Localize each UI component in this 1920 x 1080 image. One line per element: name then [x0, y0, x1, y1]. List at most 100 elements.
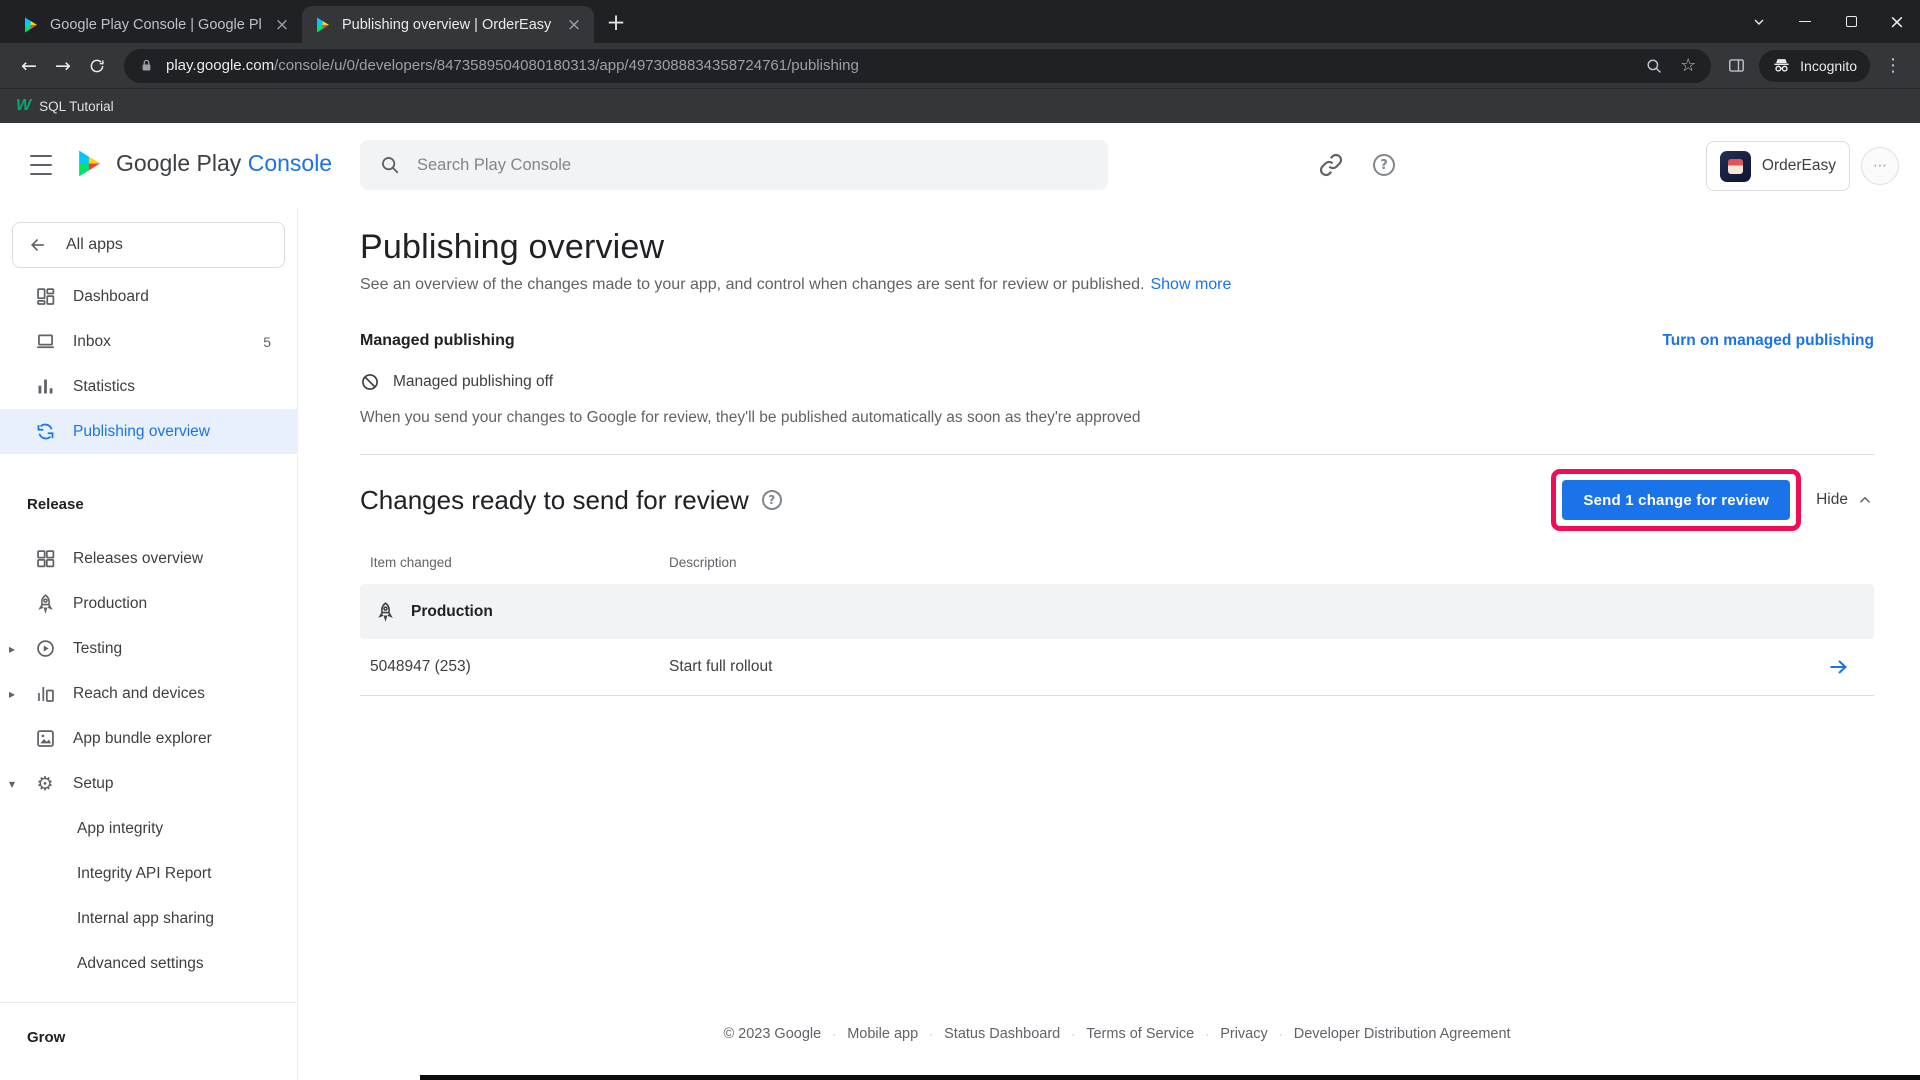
sidebar-item-production[interactable]: Production [0, 581, 297, 626]
table-group-row: Production [360, 584, 1874, 639]
help-icon[interactable]: ? [1373, 154, 1399, 180]
sidebar-item-integrity-api-report[interactable]: Integrity API Report [0, 851, 297, 896]
window-minimize-button[interactable] [1782, 0, 1828, 43]
play-console-app: Google Play Console ? OrderEasy ⋯ All ap… [0, 123, 1920, 1080]
footer-copyright: © 2023 Google [723, 1026, 821, 1042]
logo-wordmark: Google Play Console [116, 150, 332, 177]
account-avatar[interactable]: ⋯ [1861, 147, 1899, 185]
back-arrow-icon [28, 235, 48, 255]
browser-menu-icon[interactable]: ⋮ [1878, 51, 1908, 81]
sidebar-item-app-integrity[interactable]: App integrity [0, 806, 297, 851]
send-for-review-button[interactable]: Send 1 change for review [1562, 480, 1790, 520]
footer-separator: · [1205, 1027, 1209, 1041]
changes-heading: Changes ready to send for review ? [360, 485, 782, 516]
footer-link-distribution-agreement[interactable]: Developer Distribution Agreement [1294, 1026, 1511, 1042]
footer-link-privacy[interactable]: Privacy [1220, 1026, 1268, 1042]
sidebar-item-publishing-overview[interactable]: Publishing overview [0, 409, 297, 454]
sidebar-item-label: Statistics [73, 378, 135, 396]
url-text: play.google.com/console/u/0/developers/8… [166, 57, 1639, 74]
expand-down-icon[interactable]: ▾ [9, 777, 15, 791]
sidebar-item-label: Production [73, 595, 147, 613]
hide-toggle[interactable]: Hide [1816, 491, 1874, 509]
omnibox-actions: ☆ [1639, 51, 1703, 81]
incognito-badge: Incognito [1759, 50, 1870, 82]
incognito-icon [1772, 56, 1791, 75]
tab-play-console-home[interactable]: Google Play Console | Google Pla × [10, 6, 302, 43]
link-icon[interactable] [1318, 152, 1344, 178]
sidebar-item-advanced-settings[interactable]: Advanced settings [0, 941, 297, 986]
play-logo-icon [314, 16, 332, 34]
sidebar-item-label: Dashboard [73, 288, 149, 306]
forward-button[interactable]: → [46, 49, 80, 83]
window-controls: × [1736, 0, 1920, 43]
footer-link-mobile-app[interactable]: Mobile app [847, 1026, 918, 1042]
console-search-bar[interactable] [360, 140, 1108, 190]
sidebar-item-app-bundle-explorer[interactable]: App bundle explorer [0, 716, 297, 761]
bookmark-sql-tutorial[interactable]: W SQL Tutorial [16, 97, 114, 115]
tab-close-icon[interactable]: × [564, 15, 584, 35]
bookmark-favicon: W [16, 97, 31, 115]
sidebar-item-label: Inbox [73, 333, 111, 351]
menu-hamburger-icon[interactable] [30, 155, 52, 175]
statistics-icon [34, 376, 56, 398]
incognito-label: Incognito [1800, 58, 1857, 74]
rocket-icon [375, 601, 396, 622]
url-path: /console/u/0/developers/8473589504080180… [274, 57, 859, 74]
all-apps-button[interactable]: All apps [12, 222, 285, 268]
column-description: Description [669, 555, 1804, 570]
play-console-logo[interactable]: Google Play Console [74, 148, 332, 179]
reload-button[interactable] [80, 49, 114, 83]
rocket-icon [34, 593, 56, 615]
footer-link-status-dashboard[interactable]: Status Dashboard [944, 1026, 1060, 1042]
inbox-icon [34, 331, 56, 353]
window-maximize-button[interactable] [1828, 0, 1874, 43]
bookmark-star-icon[interactable]: ☆ [1673, 51, 1703, 81]
all-apps-label: All apps [66, 236, 123, 254]
sidebar-item-setup[interactable]: ▾ ⚙ Setup [0, 761, 297, 806]
turn-on-managed-publishing-link[interactable]: Turn on managed publishing [1662, 332, 1874, 350]
row-arrow-icon[interactable] [1826, 655, 1850, 679]
bottom-strip [420, 1075, 1920, 1080]
side-panel-icon[interactable] [1721, 51, 1751, 81]
sidebar-item-testing[interactable]: ▸ Testing [0, 626, 297, 671]
show-more-link[interactable]: Show more [1150, 276, 1231, 293]
app-chip-label: OrderEasy [1762, 157, 1836, 175]
footer-link-terms[interactable]: Terms of Service [1086, 1026, 1194, 1042]
sidebar-item-label: Releases overview [73, 550, 203, 568]
footer-separator: · [1279, 1027, 1283, 1041]
app-switcher-chip[interactable]: OrderEasy [1706, 141, 1850, 191]
dashboard-icon [34, 286, 56, 308]
search-icon[interactable] [1639, 51, 1669, 81]
releases-overview-icon [34, 548, 56, 570]
tab-search-chevron-icon[interactable] [1736, 0, 1782, 43]
address-bar[interactable]: play.google.com/console/u/0/developers/8… [124, 49, 1711, 83]
sidebar-item-label: Setup [73, 775, 114, 793]
expand-right-icon[interactable]: ▸ [9, 687, 15, 701]
changes-help-icon[interactable]: ? [762, 490, 782, 510]
table-row[interactable]: 5048947 (253) Start full rollout [360, 639, 1874, 696]
table-header: Item changed Description [360, 555, 1874, 584]
new-tab-button[interactable]: + [600, 7, 632, 39]
play-logo-icon [22, 16, 40, 34]
window-close-button[interactable]: × [1874, 0, 1920, 43]
sidebar-item-inbox[interactable]: Inbox 5 [0, 319, 297, 364]
cell-description: Start full rollout [669, 658, 1804, 676]
tab-title: Publishing overview | OrderEasy [342, 17, 554, 33]
sidebar-item-releases-overview[interactable]: Releases overview [0, 536, 297, 581]
tab-title: Google Play Console | Google Pla [50, 17, 262, 33]
back-button[interactable]: ← [12, 49, 46, 83]
section-divider [360, 454, 1874, 455]
browser-chrome: Google Play Console | Google Pla × Publi… [0, 0, 1920, 123]
tab-publishing-overview[interactable]: Publishing overview | OrderEasy × [302, 6, 594, 43]
column-item-changed: Item changed [370, 555, 669, 570]
sidebar-item-reach-and-devices[interactable]: ▸ Reach and devices [0, 671, 297, 716]
expand-right-icon[interactable]: ▸ [9, 642, 15, 656]
sidebar-item-statistics[interactable]: Statistics [0, 364, 297, 409]
console-search-input[interactable] [417, 156, 1089, 175]
sidebar-item-dashboard[interactable]: Dashboard [0, 274, 297, 319]
sidebar-item-internal-app-sharing[interactable]: Internal app sharing [0, 896, 297, 941]
url-domain: play.google.com [166, 57, 274, 74]
tab-close-icon[interactable]: × [272, 15, 292, 35]
browser-toolbar: ← → play.google.com/console/u/0/develope… [0, 43, 1920, 88]
page-title: Publishing overview [360, 228, 1874, 267]
